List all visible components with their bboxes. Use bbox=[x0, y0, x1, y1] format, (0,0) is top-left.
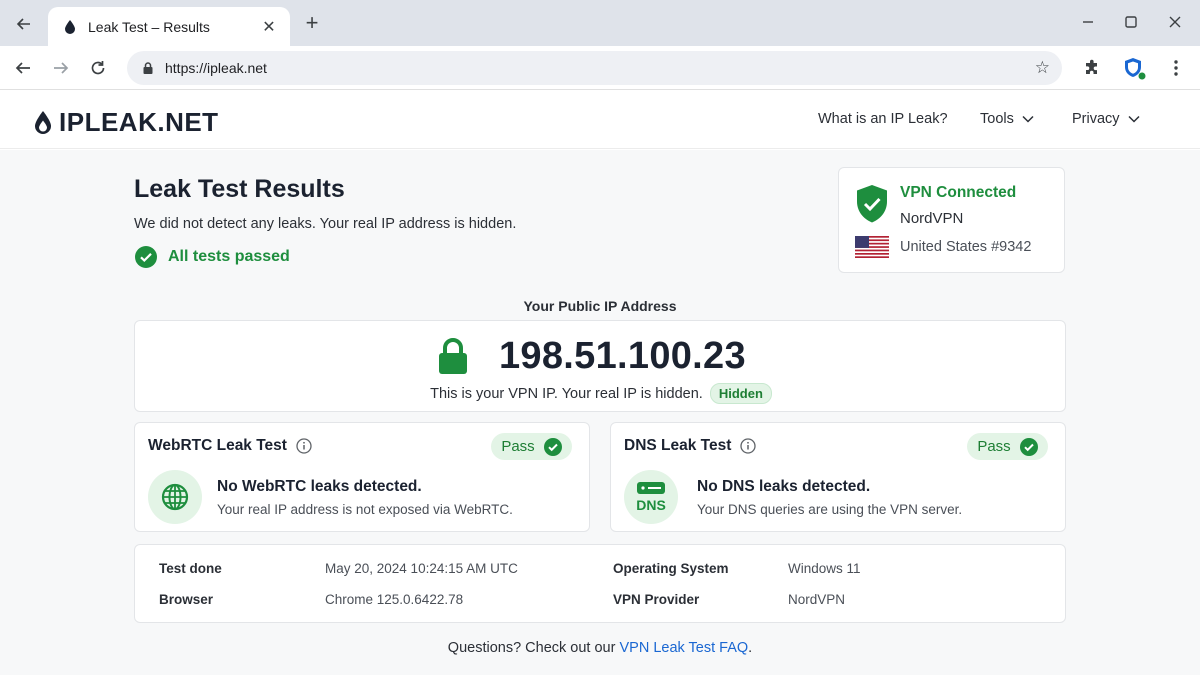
dns-title: DNS Leak Test bbox=[624, 437, 757, 455]
globe-icon bbox=[148, 470, 202, 524]
dns-message: No DNS leaks detected. bbox=[697, 478, 871, 495]
public-ip-label: Your Public IP Address bbox=[523, 298, 677, 314]
address-bar[interactable]: https://ipleak.net ☆ bbox=[127, 51, 1062, 85]
nav-tools[interactable]: Tools bbox=[980, 111, 1034, 127]
url-text[interactable]: https://ipleak.net bbox=[165, 60, 1035, 76]
reload-icon[interactable] bbox=[85, 55, 111, 81]
back-arrow-icon[interactable] bbox=[10, 55, 36, 81]
os-label: Operating System bbox=[613, 561, 729, 576]
tab-search-back-icon[interactable] bbox=[10, 10, 38, 38]
drop-logo-icon bbox=[33, 110, 53, 136]
all-tests-passed-text: All tests passed bbox=[168, 248, 290, 265]
page-title: Leak Test Results bbox=[134, 175, 345, 203]
dns-test-card: DNS Leak Test Pass DNS No DNS leaks dete… bbox=[610, 422, 1066, 532]
dns-server-icon: DNS bbox=[624, 470, 678, 524]
test-details-card: Test done May 20, 2024 10:24:15 AM UTC O… bbox=[134, 544, 1066, 623]
results-subtitle: We did not detect any leaks. Your real I… bbox=[134, 216, 517, 232]
nav-label: Privacy bbox=[1072, 111, 1120, 127]
webrtc-title: WebRTC Leak Test bbox=[148, 437, 312, 455]
hidden-badge: Hidden bbox=[709, 383, 772, 404]
puzzle-icon[interactable] bbox=[1079, 55, 1105, 81]
nav-privacy[interactable]: Privacy bbox=[1072, 111, 1140, 127]
vpn-location: United States #9342 bbox=[900, 239, 1032, 255]
logo-text: IPLEAK.NET bbox=[59, 107, 219, 137]
all-tests-passed: All tests passed bbox=[135, 246, 290, 268]
shield-extension-icon[interactable] bbox=[1121, 55, 1147, 81]
vpn-status-card: VPN Connected NordVPN United States #934… bbox=[838, 167, 1065, 273]
nav-label: Tools bbox=[980, 111, 1014, 127]
dns-pass-badge: Pass bbox=[967, 433, 1048, 460]
star-icon[interactable]: ☆ bbox=[1035, 58, 1050, 78]
faq-line: Questions? Check out our VPN Leak Test F… bbox=[0, 640, 1200, 656]
vpn-provider-value: NordVPN bbox=[788, 592, 846, 607]
plus-icon[interactable]: + bbox=[300, 12, 324, 36]
tab-strip: Leak Test – Results ✕ + bbox=[0, 0, 1200, 46]
forward-arrow-icon[interactable] bbox=[48, 55, 74, 81]
minimize-icon[interactable] bbox=[1076, 11, 1100, 33]
pass-label: Pass bbox=[977, 438, 1011, 455]
webrtc-test-card: WebRTC Leak Test Pass No WebRTC leaks de… bbox=[134, 422, 590, 532]
browser-toolbar: https://ipleak.net ☆ bbox=[0, 46, 1200, 90]
maximize-icon[interactable] bbox=[1119, 11, 1143, 33]
site-logo[interactable]: IPLEAK.NET bbox=[33, 107, 219, 138]
webrtc-description: Your real IP address is not exposed via … bbox=[217, 502, 513, 517]
webrtc-title-text: WebRTC Leak Test bbox=[148, 437, 287, 454]
chevron-down-icon bbox=[1128, 115, 1140, 123]
test-done-label: Test done bbox=[159, 561, 222, 576]
lock-icon bbox=[437, 337, 469, 375]
browser-value: Chrome 125.0.6422.78 bbox=[325, 592, 464, 607]
shield-check-icon bbox=[855, 184, 889, 224]
tab-active[interactable]: Leak Test – Results ✕ bbox=[48, 7, 290, 46]
dns-title-text: DNS Leak Test bbox=[624, 437, 732, 454]
nav-what-is-ip-leak[interactable]: What is an IP Leak? bbox=[818, 111, 948, 127]
vpn-status: VPN Connected bbox=[900, 184, 1017, 201]
check-circle-icon bbox=[543, 437, 562, 456]
nav-label: What is an IP Leak? bbox=[818, 111, 948, 127]
browser-label: Browser bbox=[159, 592, 214, 607]
drop-favicon-icon bbox=[62, 19, 78, 35]
faq-link[interactable]: VPN Leak Test FAQ bbox=[619, 640, 748, 656]
window-close-icon[interactable] bbox=[1163, 11, 1187, 33]
vpn-provider: NordVPN bbox=[900, 210, 964, 227]
lock-icon[interactable] bbox=[141, 61, 155, 75]
ip-note-text: This is your VPN IP. Your real IP is hid… bbox=[430, 386, 703, 402]
pass-label: Pass bbox=[501, 438, 535, 455]
os-value: Windows 11 bbox=[788, 561, 861, 576]
ip-address[interactable]: 198.51.100.23 bbox=[499, 335, 746, 378]
webrtc-pass-badge: Pass bbox=[491, 433, 572, 460]
dns-description: Your DNS queries are using the VPN serve… bbox=[697, 502, 963, 517]
more-vert-icon[interactable] bbox=[1163, 55, 1189, 81]
close-icon[interactable]: ✕ bbox=[260, 17, 278, 37]
site-header: IPLEAK.NET What is an IP Leak? Tools Pri… bbox=[0, 91, 1200, 149]
webrtc-message: No WebRTC leaks detected. bbox=[217, 478, 422, 495]
check-circle-icon bbox=[1019, 437, 1038, 456]
chevron-down-icon bbox=[1022, 115, 1034, 123]
ip-address-card: 198.51.100.23 This is your VPN IP. Your … bbox=[134, 320, 1066, 412]
faq-question: Questions? Check out our bbox=[447, 640, 616, 656]
dns-icon-label: DNS bbox=[636, 497, 666, 513]
tab-title: Leak Test – Results bbox=[88, 18, 210, 35]
main-content: Leak Test Results We did not detect any … bbox=[0, 150, 1200, 675]
check-circle-icon bbox=[135, 246, 157, 268]
info-icon[interactable] bbox=[740, 438, 757, 454]
test-done-value: May 20, 2024 10:24:15 AM UTC bbox=[325, 561, 518, 576]
faq-period: . bbox=[748, 640, 753, 656]
vpn-provider-label: VPN Provider bbox=[613, 592, 700, 607]
info-icon[interactable] bbox=[296, 438, 312, 454]
us-flag-icon bbox=[855, 236, 889, 258]
ip-note: This is your VPN IP. Your real IP is hid… bbox=[135, 383, 1067, 404]
